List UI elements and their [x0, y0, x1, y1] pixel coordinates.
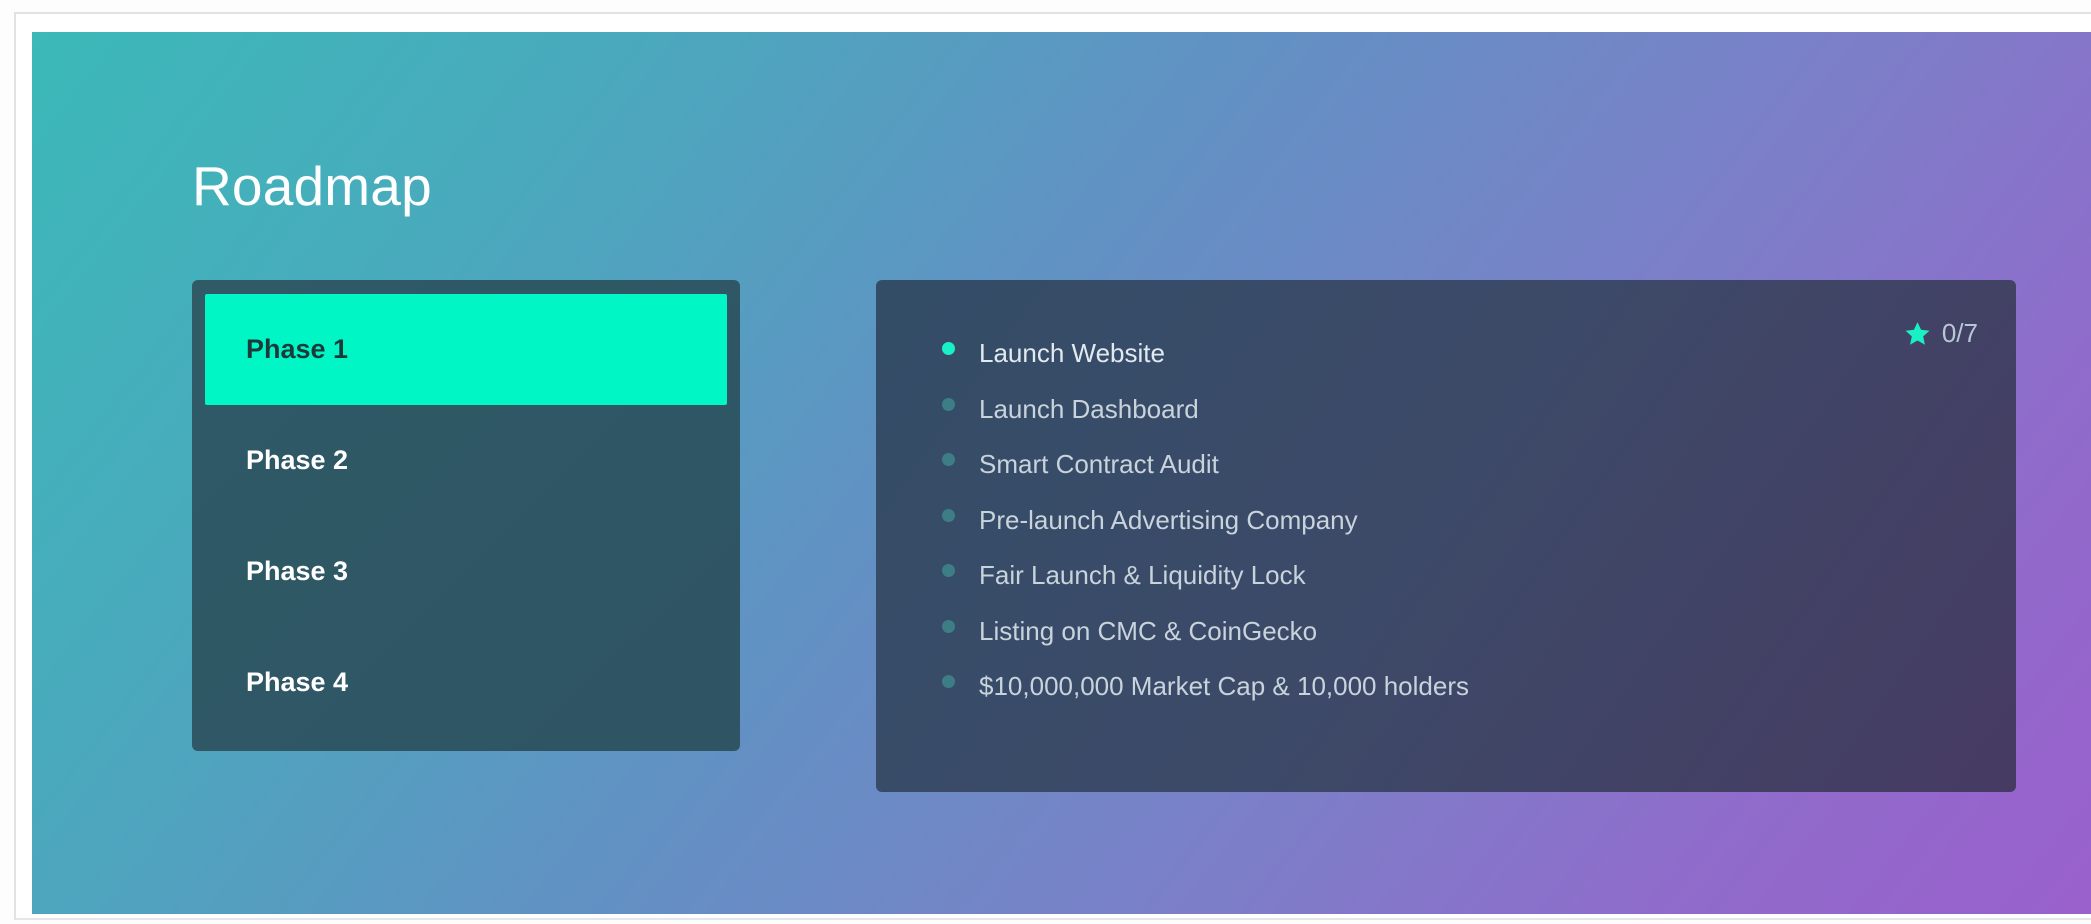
goal-list: Launch Website Launch Dashboard Smart Co…: [942, 326, 1469, 715]
star-icon: [1905, 321, 1930, 345]
phase-tab-label: Phase 2: [246, 445, 349, 475]
progress-counter: 0/7: [1903, 318, 1978, 349]
goal-item: Pre-launch Advertising Company: [942, 493, 1469, 549]
goal-text: Pre-launch Advertising Company: [979, 504, 1358, 535]
phase-tabs: Phase 1 Phase 2 Phase 3 Phase 4: [192, 280, 740, 751]
goal-item: Launch Website: [942, 326, 1469, 382]
goal-text: $10,000,000 Market Cap & 10,000 holders: [979, 671, 1470, 702]
bullet-dot-icon: [942, 453, 955, 467]
section-title: Roadmap: [192, 155, 432, 217]
phase-tab-1[interactable]: Phase 1: [205, 294, 727, 405]
goal-item: Fair Launch & Liquidity Lock: [942, 548, 1469, 604]
phase-tab-label: Phase 1: [246, 334, 349, 364]
goal-item: Listing on CMC & CoinGecko: [942, 604, 1469, 660]
phase-details-panel: 0/7 Launch Website Launch Dashboard Smar…: [876, 280, 2016, 792]
progress-text: 0/7: [1941, 318, 1978, 348]
goal-text: Launch Website: [979, 338, 1165, 369]
bullet-dot-icon: [942, 508, 955, 522]
goal-text: Smart Contract Audit: [979, 449, 1219, 480]
goal-item: $10,000,000 Market Cap & 10,000 holders: [942, 659, 1469, 715]
phase-tab-2[interactable]: Phase 2: [205, 405, 727, 516]
goal-item: Launch Dashboard: [942, 382, 1469, 438]
goal-item: Smart Contract Audit: [942, 437, 1469, 493]
bullet-dot-icon: [942, 342, 955, 356]
phase-tab-label: Phase 4: [246, 667, 349, 697]
goal-text: Listing on CMC & CoinGecko: [979, 615, 1318, 646]
phase-tab-label: Phase 3: [246, 556, 349, 586]
bullet-dot-icon: [942, 397, 955, 411]
phase-tab-4[interactable]: Phase 4: [205, 627, 727, 738]
bullet-dot-icon: [942, 675, 955, 689]
roadmap-section: Roadmap Phase 1 Phase 2 Phase 3 Phase 4 …: [32, 32, 2091, 914]
phase-tab-3[interactable]: Phase 3: [205, 516, 727, 627]
goal-text: Fair Launch & Liquidity Lock: [979, 560, 1306, 591]
bullet-dot-icon: [942, 619, 955, 633]
bullet-dot-icon: [942, 564, 955, 578]
goal-text: Launch Dashboard: [979, 393, 1199, 424]
